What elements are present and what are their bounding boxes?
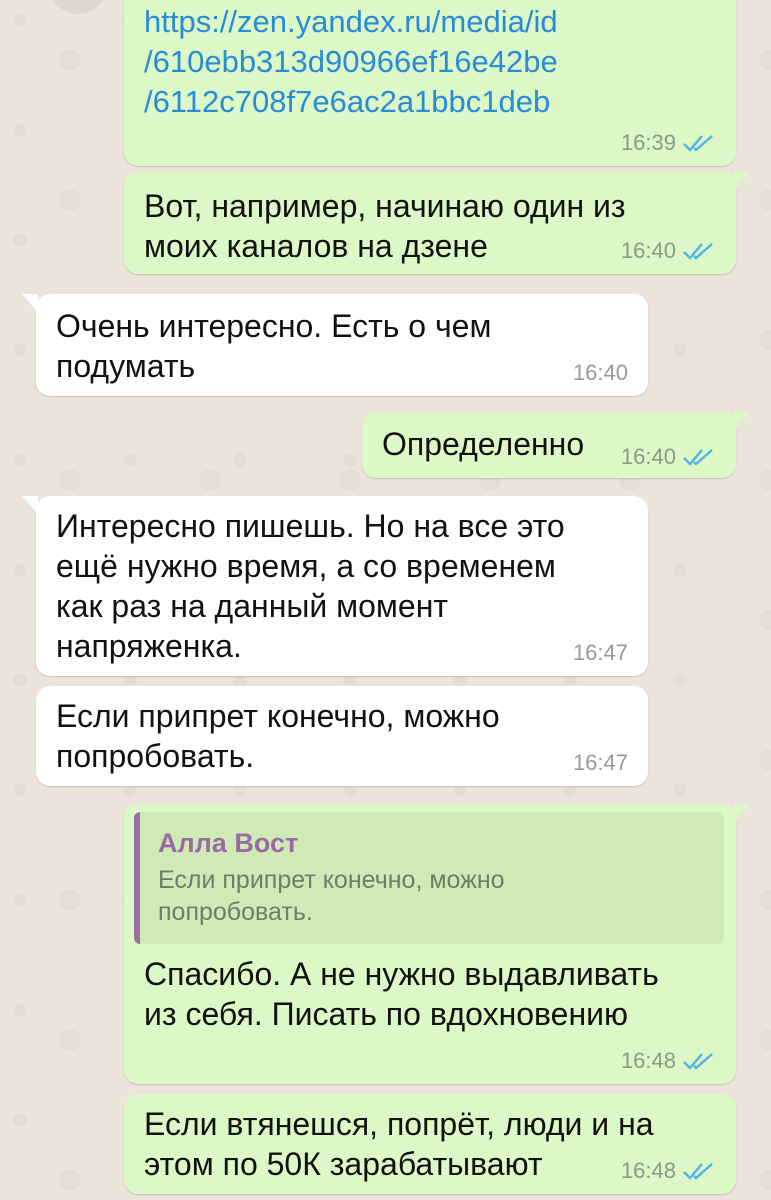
message-meta: 16:47 <box>573 640 628 666</box>
outgoing-message[interactable]: Вот, например, начинаю один из моих кана… <box>124 172 750 274</box>
message-time: 16:47 <box>572 750 628 775</box>
double-check-icon <box>682 1161 716 1181</box>
message-text: Вот, например, начинаю один из моих кана… <box>144 188 626 264</box>
message-time: 16:40 <box>620 444 676 469</box>
outgoing-message[interactable]: Если втянешся, попрёт, люди и на этом по… <box>124 1094 736 1194</box>
message-meta: 16:40 <box>621 238 716 264</box>
message-meta: 16:47 <box>573 750 628 776</box>
message-meta: 16:48 <box>621 1048 716 1074</box>
outgoing-reply-message[interactable]: Алла Вост Если припрет конечно, можно по… <box>124 804 750 1084</box>
incoming-message[interactable]: Очень интересно. Есть о чем подумать 16:… <box>22 294 648 396</box>
message-text: Спасибо. А не нужно выдавливать из себя.… <box>144 956 659 1032</box>
incoming-message[interactable]: Интересно пишешь. Но на все это ещё нужн… <box>22 496 648 676</box>
message-time: 16:40 <box>572 360 628 385</box>
quote-text: Если припрет конечно, можно попробовать. <box>158 866 505 926</box>
message-meta: 16:39 <box>621 130 716 156</box>
message-link[interactable]: https://zen.yandex.ru/media/id /610ebb31… <box>144 2 558 122</box>
double-check-icon <box>682 133 716 153</box>
outgoing-message[interactable]: Определенно 16:40 <box>362 412 750 478</box>
message-meta: 16:48 <box>621 1158 716 1184</box>
message-text: Очень интересно. Есть о чем подумать <box>56 308 492 384</box>
double-check-icon <box>682 447 716 467</box>
outgoing-message[interactable]: https://zen.yandex.ru/media/id /610ebb31… <box>124 0 736 166</box>
message-time: 16:39 <box>620 130 676 155</box>
message-text: Интересно пишешь. Но на все это ещё нужн… <box>56 508 565 664</box>
double-check-icon <box>682 1051 716 1071</box>
message-time: 16:48 <box>620 1158 676 1183</box>
incoming-message[interactable]: Если припрет конечно, можно попробовать.… <box>36 686 648 786</box>
quote-author: Алла Вост <box>158 828 299 858</box>
message-text: Определенно <box>382 426 585 462</box>
message-meta: 16:40 <box>573 360 628 386</box>
message-meta: 16:40 <box>621 444 716 470</box>
message-time: 16:40 <box>620 238 676 263</box>
message-time: 16:48 <box>620 1048 676 1073</box>
message-text: Если припрет конечно, можно попробовать. <box>56 698 500 774</box>
message-text: Если втянешся, попрёт, люди и на этом по… <box>144 1106 654 1182</box>
message-time: 16:47 <box>572 640 628 665</box>
double-check-icon <box>682 241 716 261</box>
quoted-message[interactable]: Алла Вост Если припрет конечно, можно по… <box>134 812 724 944</box>
